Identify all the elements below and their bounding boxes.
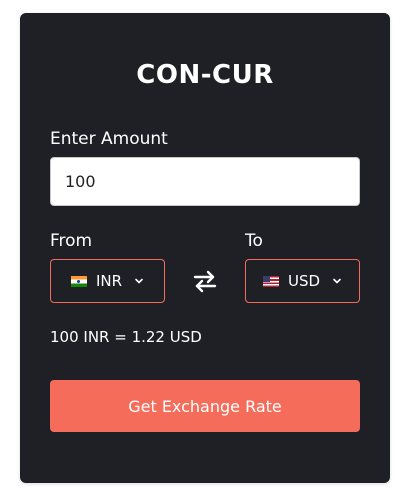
app-title: CON-CUR xyxy=(136,60,274,90)
us-flag-icon xyxy=(262,275,279,287)
from-currency-code: INR xyxy=(95,272,123,290)
from-label: From xyxy=(50,231,93,251)
get-exchange-rate-button[interactable]: Get Exchange Rate xyxy=(50,380,360,432)
chevron-down-icon xyxy=(135,278,143,284)
from-currency-select[interactable]: INR xyxy=(50,259,165,303)
swap-arrows-icon[interactable] xyxy=(192,269,218,293)
india-flag-icon xyxy=(70,275,87,287)
to-label: To xyxy=(245,231,263,251)
to-currency-code: USD xyxy=(287,272,321,290)
amount-label: Enter Amount xyxy=(50,129,168,149)
converter-card: CON-CUR Enter Amount From To INR USD 100… xyxy=(20,13,390,483)
to-currency-select[interactable]: USD xyxy=(245,259,360,303)
chevron-down-icon xyxy=(333,278,341,284)
conversion-result: 100 INR = 1.22 USD xyxy=(50,328,202,346)
amount-input[interactable] xyxy=(50,157,360,206)
